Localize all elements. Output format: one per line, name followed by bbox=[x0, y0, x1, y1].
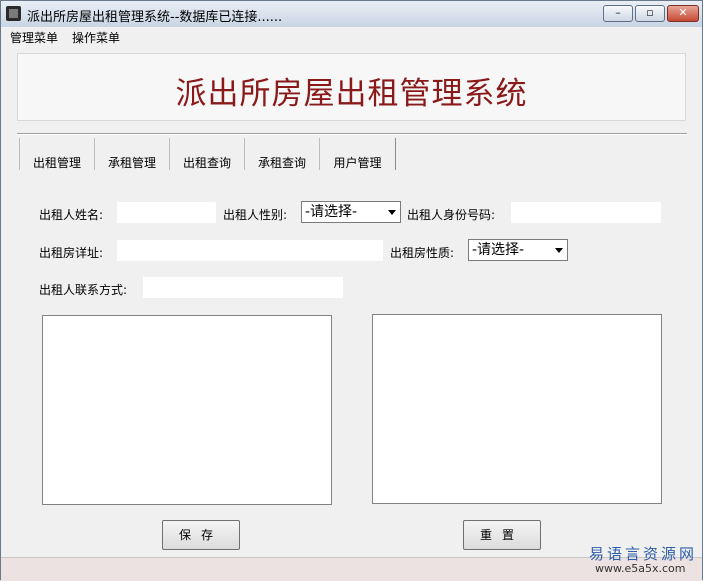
menu-operate[interactable]: 操作菜单 bbox=[72, 29, 120, 46]
house-nature-select[interactable]: -请选择- bbox=[468, 239, 568, 261]
landlord-id-input[interactable] bbox=[511, 201, 661, 223]
window-title: 派出所房屋出租管理系统--数据库已连接...... bbox=[27, 10, 283, 25]
watermark-title: 易语言资源网 bbox=[589, 545, 698, 563]
house-address-label: 出租房详址: bbox=[39, 246, 104, 260]
landlord-contact-label: 出租人联系方式: bbox=[39, 283, 128, 297]
close-button[interactable]: ✕ bbox=[667, 5, 699, 22]
minimize-icon: – bbox=[615, 6, 621, 19]
landlord-contact-input[interactable] bbox=[143, 276, 343, 298]
landlord-name-label: 出租人姓名: bbox=[39, 208, 104, 222]
separator-line bbox=[17, 133, 687, 135]
dropdown-arrow-icon bbox=[555, 248, 563, 253]
landlord-name-input[interactable] bbox=[117, 201, 216, 223]
tab-rental-management[interactable]: 出租管理 bbox=[19, 138, 95, 170]
menu-manage[interactable]: 管理菜单 bbox=[10, 29, 58, 46]
house-nature-value: -请选择- bbox=[472, 242, 525, 258]
banner-panel: 派出所房屋出租管理系统 bbox=[17, 53, 686, 121]
left-list-box[interactable] bbox=[42, 315, 332, 505]
tab-tenant-query[interactable]: 承租查询 bbox=[244, 138, 320, 170]
landlord-id-label: 出租人身份号码: bbox=[407, 208, 496, 222]
menu-bar: 管理菜单 操作菜单 bbox=[1, 27, 702, 45]
house-nature-label: 出租房性质: bbox=[390, 246, 455, 260]
reset-button[interactable]: 重置 bbox=[463, 520, 541, 550]
tab-rental-query[interactable]: 出租查询 bbox=[169, 138, 245, 170]
save-button[interactable]: 保存 bbox=[162, 520, 240, 550]
maximize-button[interactable]: ▫ bbox=[635, 5, 665, 22]
watermark-url: www.e5a5x.com bbox=[595, 562, 686, 575]
dropdown-arrow-icon bbox=[388, 210, 396, 215]
tab-tenant-management[interactable]: 承租管理 bbox=[94, 138, 170, 170]
app-window: 派出所房屋出租管理系统--数据库已连接...... – ▫ ✕ 管理菜单 操作菜… bbox=[0, 0, 703, 581]
banner-title: 派出所房屋出租管理系统 bbox=[175, 76, 528, 112]
landlord-gender-label: 出租人性别: bbox=[223, 208, 288, 222]
maximize-icon: ▫ bbox=[646, 6, 654, 19]
app-icon[interactable] bbox=[6, 6, 21, 21]
close-icon: ✕ bbox=[678, 6, 688, 19]
minimize-button[interactable]: – bbox=[603, 5, 633, 22]
right-list-box[interactable] bbox=[372, 314, 662, 504]
house-address-input[interactable] bbox=[117, 239, 383, 261]
landlord-gender-value: -请选择- bbox=[305, 204, 358, 220]
landlord-gender-select[interactable]: -请选择- bbox=[301, 201, 401, 223]
tab-user-management[interactable]: 用户管理 bbox=[319, 138, 396, 170]
title-bar[interactable]: 派出所房屋出租管理系统--数据库已连接...... – ▫ ✕ bbox=[1, 1, 702, 28]
